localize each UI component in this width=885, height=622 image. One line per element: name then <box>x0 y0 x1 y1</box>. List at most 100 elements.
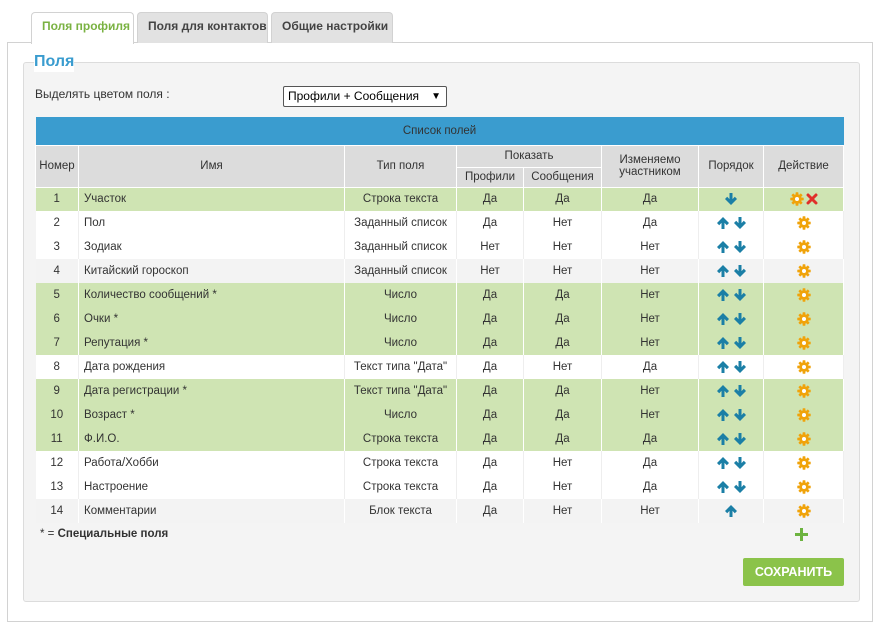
add-icon[interactable] <box>795 528 808 541</box>
row-order <box>698 259 764 283</box>
table-row: 6 Очки * Число Да Да Нет <box>35 307 845 331</box>
tab-profile-fields[interactable]: Поля профиля <box>31 12 134 44</box>
row-name: Участок <box>78 187 345 211</box>
arrow-up-icon[interactable] <box>716 384 730 398</box>
row-profiles: Да <box>456 187 524 211</box>
row-editable: Нет <box>601 283 699 307</box>
table-caption: Список полей <box>35 117 844 145</box>
row-type: Блок текста <box>344 499 457 523</box>
row-editable: Да <box>601 475 699 499</box>
row-number: 12 <box>35 451 79 475</box>
row-name: Работа/Хобби <box>78 451 345 475</box>
arrow-down-icon[interactable] <box>733 432 747 446</box>
arrow-down-icon[interactable] <box>733 408 747 422</box>
gear-icon[interactable] <box>796 504 811 518</box>
fields-table-body: 1 Участок Строка текста Да Да Да 2 Пол Заданный … <box>35 187 845 523</box>
row-messages: Нет <box>523 235 602 259</box>
row-messages: Да <box>523 379 602 403</box>
arrow-down-icon[interactable] <box>733 312 747 326</box>
gear-icon[interactable] <box>796 408 811 422</box>
delete-icon[interactable] <box>806 193 818 205</box>
row-name: Дата регистрации * <box>78 379 345 403</box>
gear-icon[interactable] <box>796 240 811 254</box>
arrow-up-icon[interactable] <box>716 288 730 302</box>
row-order <box>698 475 764 499</box>
col-header-show: Показать <box>456 144 602 168</box>
arrow-up-icon[interactable] <box>716 264 730 278</box>
arrow-up-icon[interactable] <box>716 312 730 326</box>
arrow-up-icon[interactable] <box>716 480 730 494</box>
row-number: 8 <box>35 355 79 379</box>
col-header-editable: Изменяемо участником <box>601 144 699 188</box>
tab-general-settings[interactable]: Общие настройки <box>271 12 393 43</box>
gear-icon[interactable] <box>796 432 811 446</box>
highlight-select-value: Профили + Сообщения <box>288 89 420 103</box>
row-number: 4 <box>35 259 79 283</box>
arrow-down-icon[interactable] <box>733 216 747 230</box>
gear-icon[interactable] <box>796 336 811 350</box>
row-type: Текст типа "Дата" <box>344 379 457 403</box>
arrow-down-icon[interactable] <box>733 288 747 302</box>
arrow-up-icon[interactable] <box>724 504 738 518</box>
row-number: 1 <box>35 187 79 211</box>
row-number: 14 <box>35 499 79 523</box>
row-type: Число <box>344 403 457 427</box>
arrow-down-icon[interactable] <box>733 240 747 254</box>
arrow-down-icon[interactable] <box>733 384 747 398</box>
row-profiles: Да <box>456 283 524 307</box>
row-order <box>698 451 764 475</box>
table-row: 10 Возраст * Число Да Да Нет <box>35 403 845 427</box>
table-row: 11 Ф.И.О. Строка текста Да Да Да <box>35 427 845 451</box>
gear-icon[interactable] <box>796 384 811 398</box>
row-actions <box>763 427 845 451</box>
table-row: 12 Работа/Хобби Строка текста Да Нет Да <box>35 451 845 475</box>
row-actions <box>763 283 845 307</box>
arrow-down-icon[interactable] <box>733 480 747 494</box>
row-number: 3 <box>35 235 79 259</box>
save-button[interactable]: СОХРАНИТЬ <box>743 558 844 586</box>
row-editable: Да <box>601 427 699 451</box>
row-editable: Нет <box>601 499 699 523</box>
col-header-type: Тип поля <box>344 144 457 188</box>
row-profiles: Да <box>456 211 524 235</box>
gear-icon[interactable] <box>796 264 811 278</box>
arrow-up-icon[interactable] <box>716 408 730 422</box>
arrow-up-icon[interactable] <box>716 360 730 374</box>
row-number: 10 <box>35 403 79 427</box>
gear-icon[interactable] <box>796 216 811 230</box>
row-messages: Нет <box>523 475 602 499</box>
table-row: 1 Участок Строка текста Да Да Да <box>35 187 845 211</box>
row-messages: Да <box>523 427 602 451</box>
arrow-down-icon[interactable] <box>733 360 747 374</box>
highlight-select[interactable]: Профили + Сообщения ▼ <box>283 86 447 107</box>
row-messages: Да <box>523 187 602 211</box>
gear-icon[interactable] <box>796 360 811 374</box>
arrow-down-icon[interactable] <box>733 456 747 470</box>
gear-icon[interactable] <box>796 480 811 494</box>
row-editable: Да <box>601 187 699 211</box>
arrow-up-icon[interactable] <box>716 432 730 446</box>
tab-contact-fields[interactable]: Поля для контактов <box>137 12 268 43</box>
row-profiles: Да <box>456 355 524 379</box>
panel-title: Поля <box>34 52 75 72</box>
arrow-up-icon[interactable] <box>716 240 730 254</box>
row-profiles: Да <box>456 307 524 331</box>
dropdown-arrow-icon: ▼ <box>431 91 441 102</box>
row-profiles: Да <box>456 427 524 451</box>
gear-icon[interactable] <box>796 288 811 302</box>
gear-icon[interactable] <box>789 192 804 206</box>
highlight-label: Выделять цветом поля : <box>35 87 170 101</box>
arrow-up-icon[interactable] <box>716 336 730 350</box>
gear-icon[interactable] <box>796 312 811 326</box>
row-actions <box>763 451 845 475</box>
row-editable: Да <box>601 355 699 379</box>
fields-table: Список полей Номер Имя Тип поля Показать… <box>35 117 845 523</box>
arrow-down-icon[interactable] <box>733 336 747 350</box>
arrow-down-icon[interactable] <box>724 192 738 206</box>
gear-icon[interactable] <box>796 456 811 470</box>
arrow-up-icon[interactable] <box>716 456 730 470</box>
arrow-up-icon[interactable] <box>716 216 730 230</box>
row-type: Строка текста <box>344 187 457 211</box>
col-header-name: Имя <box>78 144 345 188</box>
arrow-down-icon[interactable] <box>733 264 747 278</box>
